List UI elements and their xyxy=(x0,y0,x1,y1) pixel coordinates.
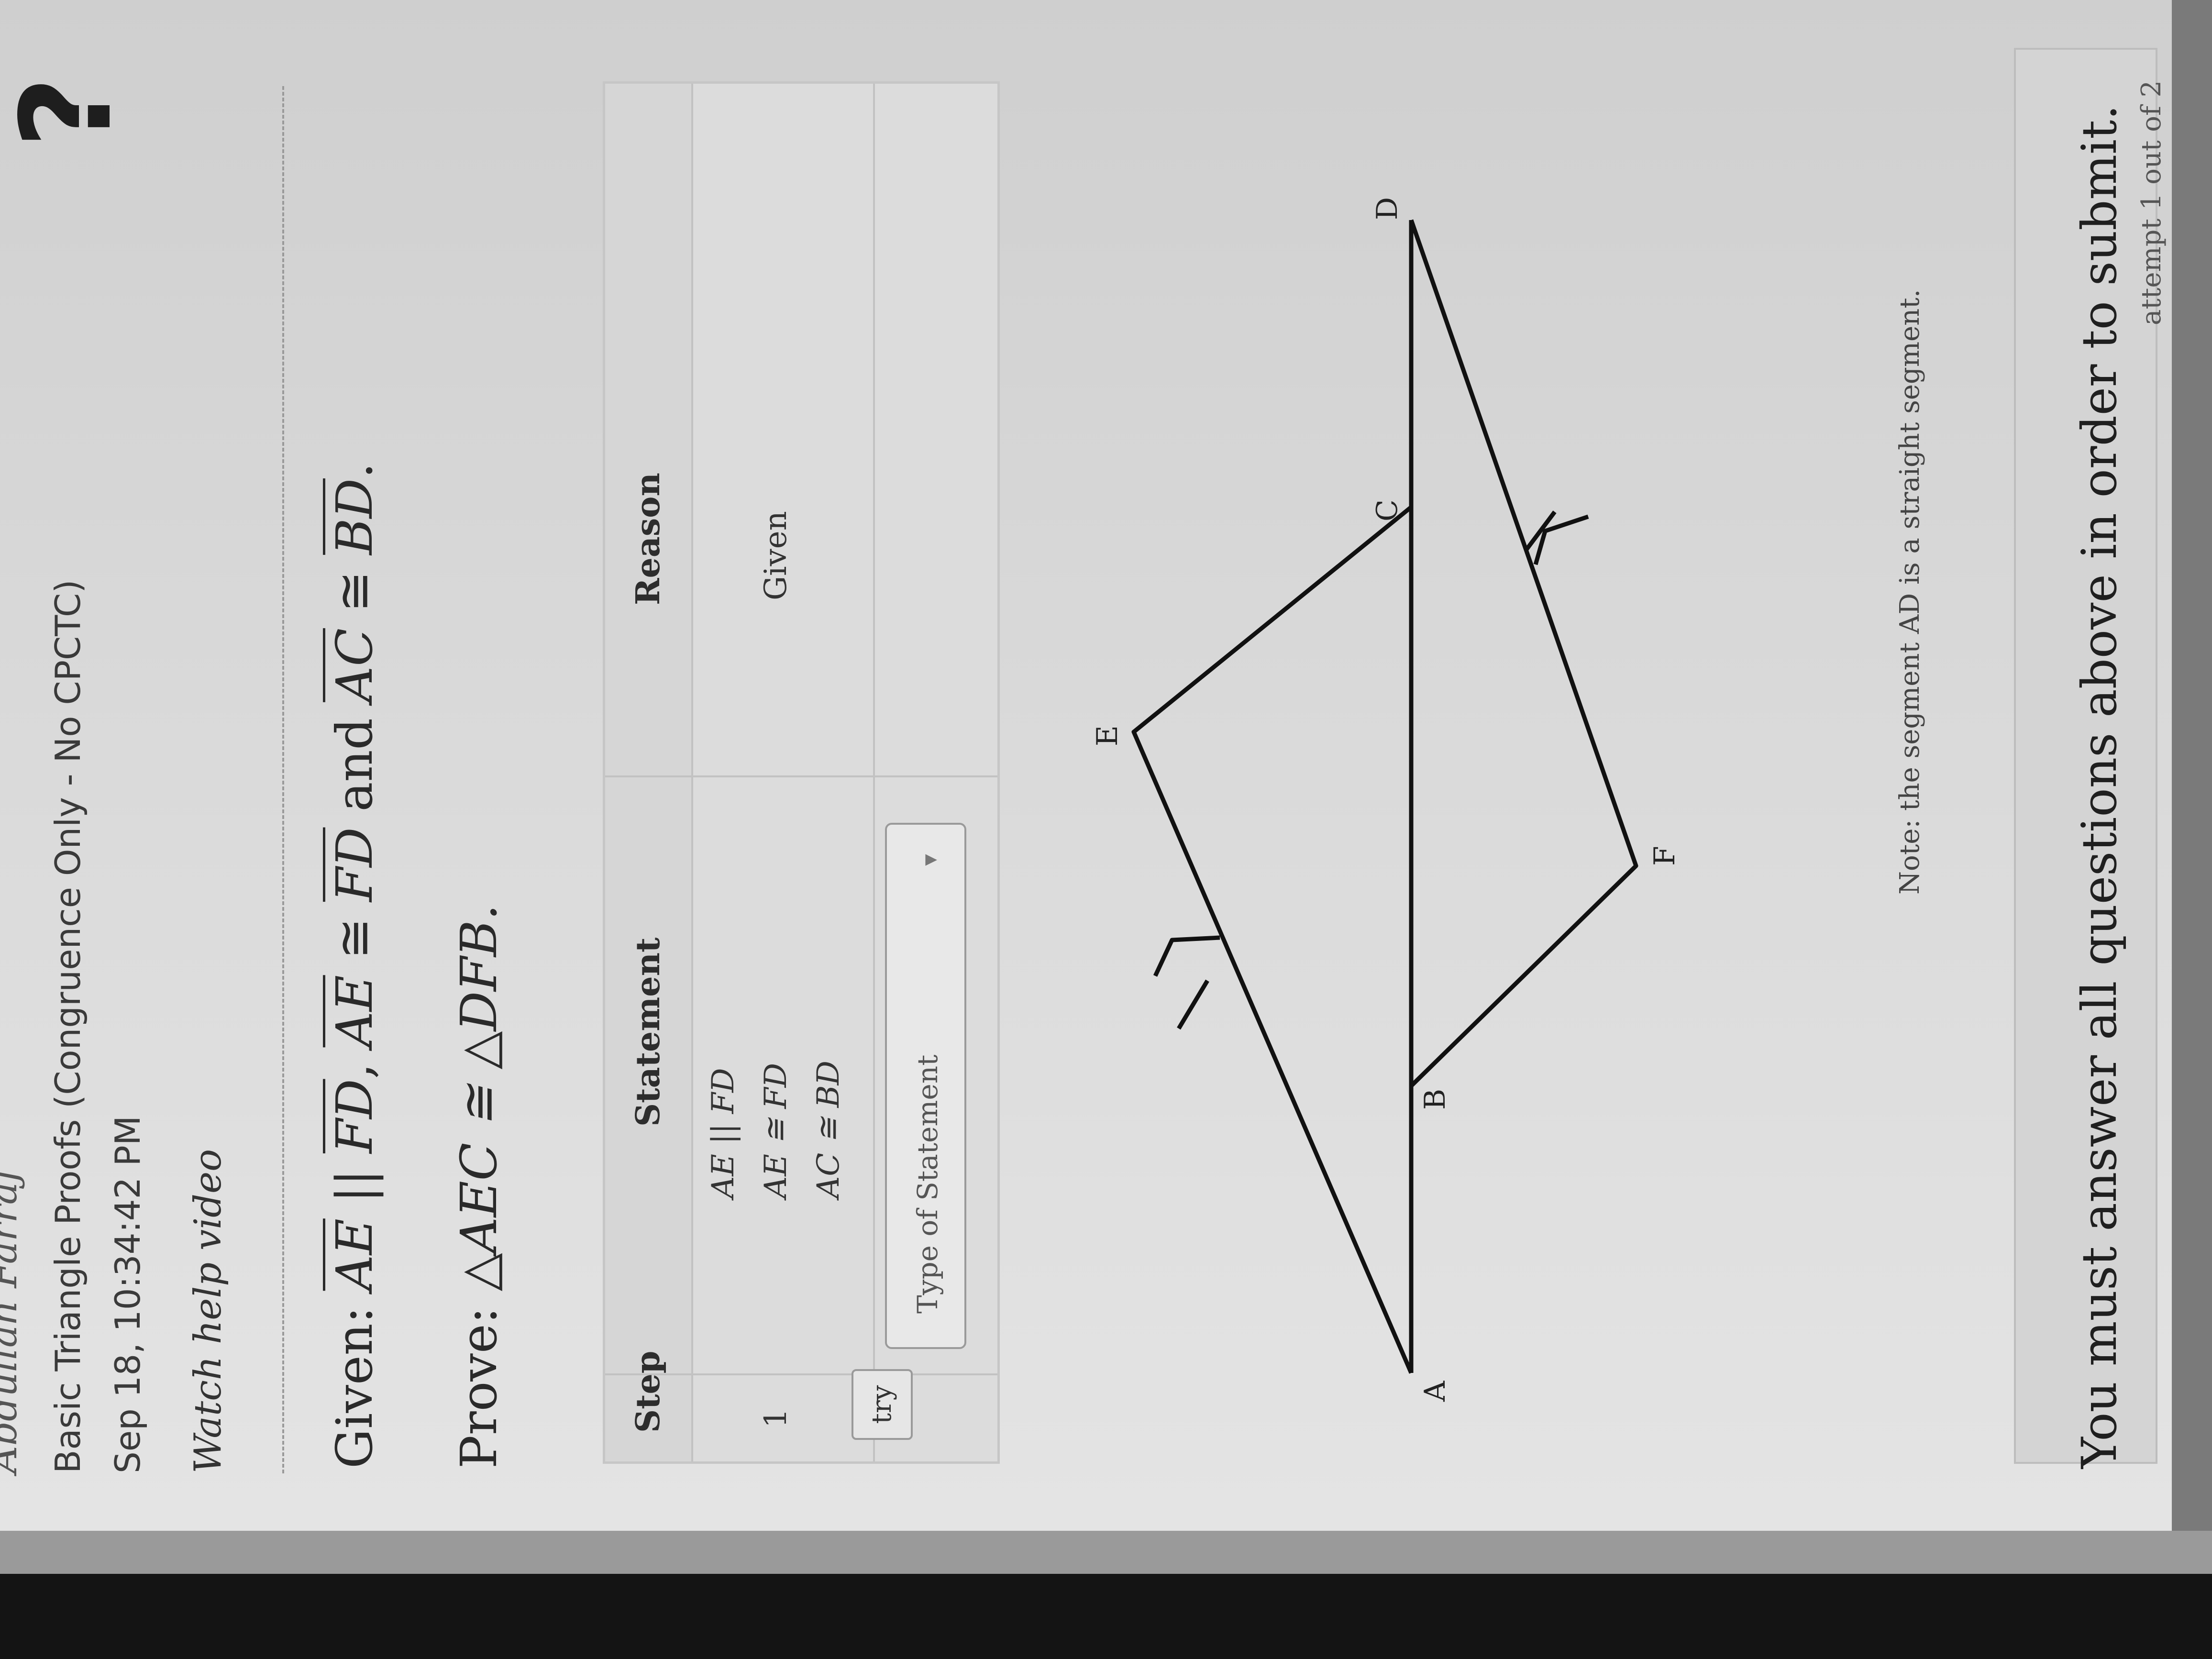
segment-ae: AE xyxy=(325,1218,384,1291)
parallel-symbol: || xyxy=(325,1153,384,1219)
label-e: E xyxy=(1091,725,1124,746)
statement-line-1: AE || FD xyxy=(706,1068,741,1198)
label-d: D xyxy=(1371,197,1404,220)
triangle-dfb xyxy=(1409,219,1638,1088)
prove-statement: Prove: △AEC ≅ △DFB. xyxy=(450,904,508,1469)
arrow-mark-ae xyxy=(1153,935,1220,977)
row-divider xyxy=(873,84,875,1461)
given-label: Given: xyxy=(325,1291,384,1469)
tick-mark-ae xyxy=(1177,979,1209,1030)
attempt-counter: attempt 1 out of 2 xyxy=(2136,80,2167,325)
column-divider xyxy=(605,775,997,777)
table-header-row xyxy=(605,84,691,1461)
and-word: and xyxy=(325,702,384,828)
step-number: 1 xyxy=(758,1408,794,1428)
segment-fd-2: FD xyxy=(325,827,384,902)
label-f: F xyxy=(1648,846,1681,866)
header-step: Step xyxy=(629,1350,667,1433)
segment-fd: FD xyxy=(325,1079,384,1154)
label-a: A xyxy=(1418,1381,1452,1402)
prove-triangles: △AEC ≅ △DFB. xyxy=(450,904,508,1292)
triangle-diagram: A B C D E F xyxy=(1091,197,1681,1402)
label-c: C xyxy=(1371,499,1404,521)
assignment-timestamp: Sep 18, 10:34:42 PM xyxy=(108,1116,148,1473)
period: . xyxy=(325,463,384,479)
submit-message: You must answer all questions above in o… xyxy=(2071,104,2127,1469)
help-question-icon[interactable]: ? xyxy=(0,76,139,148)
assignment-page: Abdullah Farraj Basic Triangle Proofs (C… xyxy=(0,0,2172,1531)
segment-bd: BD xyxy=(325,478,384,555)
watch-help-video-link[interactable]: Watch help video xyxy=(187,1149,230,1473)
student-name: Abdullah Farraj xyxy=(0,1170,25,1473)
assignment-title: Basic Triangle Proofs (Congruence Only -… xyxy=(48,579,88,1473)
prove-label: Prove: xyxy=(450,1291,508,1469)
label-b: B xyxy=(1418,1089,1452,1110)
congruent-symbol-2: ≅ xyxy=(325,554,384,629)
header-statement: Statement xyxy=(629,937,667,1127)
statement-line-2: AE ≅ FD xyxy=(758,1063,794,1198)
chevron-down-icon: ▼ xyxy=(921,854,939,866)
header-reason: Reason xyxy=(629,473,667,605)
segment-ac: AC xyxy=(325,628,384,702)
diagram-note: Note: the segment AD is a straight segme… xyxy=(1894,289,1925,895)
try-button[interactable]: try xyxy=(852,1369,913,1440)
given-statement: Given: AE || FD, AE ≅ FD and AC ≅ BD. xyxy=(325,463,384,1469)
divider xyxy=(282,86,284,1473)
comma: , xyxy=(325,1047,384,1079)
header-divider xyxy=(691,84,693,1461)
device-bezel xyxy=(0,1574,2212,1659)
congruent-symbol: ≅ xyxy=(325,902,384,975)
statement-type-select[interactable]: Type of Statement xyxy=(885,823,966,1349)
segment-ae-2: AE xyxy=(325,975,384,1048)
reason-given: Given xyxy=(758,511,794,600)
screen-edge xyxy=(0,1531,2212,1574)
statement-line-3: AC ≅ BD xyxy=(811,1061,846,1198)
